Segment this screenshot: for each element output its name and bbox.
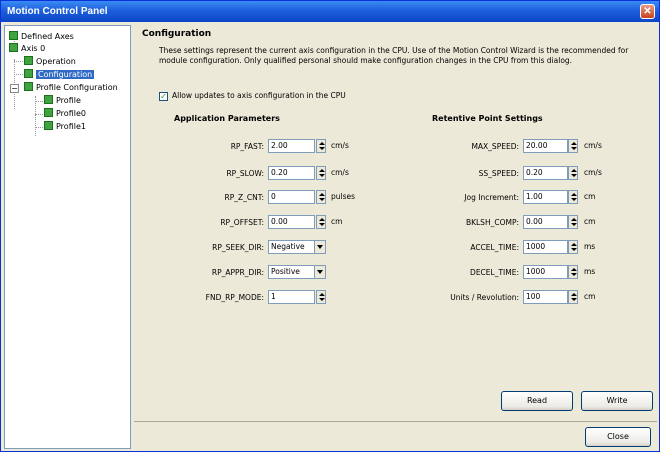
rp-appr-dir-label: RP_APPR_DIR: xyxy=(211,268,264,277)
ss-speed-unit: cm/s xyxy=(584,168,602,177)
bklsh-comp-spinner[interactable] xyxy=(568,215,578,229)
ss-speed-label: SS_SPEED: xyxy=(478,169,519,178)
section-title: Configuration xyxy=(142,29,212,39)
tree-item-profile1[interactable]: Profile1 xyxy=(44,120,86,133)
description-text: These settings represent the current axi… xyxy=(159,46,629,65)
rp-fast-label: RP_FAST: xyxy=(230,142,264,151)
axis-tree[interactable]: Defined Axes Axis 0 Operation Configurat… xyxy=(4,25,131,449)
rp-offset-spinner[interactable] xyxy=(316,215,326,229)
operation-icon xyxy=(24,56,33,65)
accel-time-field[interactable]: 1000 xyxy=(523,240,568,254)
retentive-point-heading: Retentive Point Settings xyxy=(432,114,543,123)
separator xyxy=(134,421,657,422)
chevron-down-icon[interactable] xyxy=(314,241,325,253)
accel-time-label: ACCEL_TIME: xyxy=(470,243,519,252)
tree-item-operation[interactable]: Operation xyxy=(24,55,76,68)
rp-offset-field[interactable]: 0.00 xyxy=(268,215,315,229)
bklsh-comp-field[interactable]: 0.00 xyxy=(523,215,568,229)
profile-icon xyxy=(44,121,53,130)
units-per-rev-unit: cm xyxy=(584,292,596,301)
fnd-rp-mode-spinner[interactable] xyxy=(316,290,326,304)
close-window-icon[interactable]: ✕ xyxy=(640,4,655,19)
close-button[interactable]: Close xyxy=(585,427,651,447)
accel-time-spinner[interactable] xyxy=(568,240,578,254)
max-speed-label: MAX_SPEED: xyxy=(471,142,519,151)
rp-z-cnt-label: RP_Z_CNT: xyxy=(224,193,264,202)
chevron-down-icon[interactable] xyxy=(314,266,325,278)
units-per-rev-label: Units / Revolution: xyxy=(450,293,519,302)
max-speed-unit: cm/s xyxy=(584,141,602,150)
rp-seek-dir-value: Negative xyxy=(271,242,305,251)
rp-slow-field[interactable]: 0.20 xyxy=(268,166,315,180)
configuration-icon xyxy=(24,69,33,78)
allow-updates-checkbox[interactable]: ✓ xyxy=(159,92,168,101)
rp-seek-dir-select[interactable]: Negative xyxy=(268,240,326,254)
allow-updates-label: Allow updates to axis configuration in t… xyxy=(172,91,346,100)
read-button[interactable]: Read xyxy=(501,391,573,411)
decel-time-label: DECEL_TIME: xyxy=(470,268,519,277)
write-button[interactable]: Write xyxy=(581,391,653,411)
decel-time-unit: ms xyxy=(584,267,596,276)
tree-item-configuration[interactable]: Configuration xyxy=(24,68,95,81)
rp-z-cnt-unit: pulses xyxy=(331,192,356,201)
title-bar: Motion Control Panel ✕ xyxy=(1,1,659,22)
units-per-rev-spinner[interactable] xyxy=(568,290,578,304)
rp-z-cnt-field[interactable]: 0 xyxy=(268,190,315,204)
rp-z-cnt-spinner[interactable] xyxy=(316,190,326,204)
rp-offset-unit: cm xyxy=(331,217,343,226)
rp-fast-field[interactable]: 2.00 xyxy=(268,139,315,153)
motion-control-window: Motion Control Panel ✕ Defined Axes Axis… xyxy=(0,0,660,452)
decel-time-spinner[interactable] xyxy=(568,265,578,279)
max-speed-spinner[interactable] xyxy=(568,139,578,153)
bklsh-comp-label: BKLSH_COMP: xyxy=(465,218,519,227)
rp-appr-dir-value: Positive xyxy=(271,267,300,276)
max-speed-field[interactable]: 20.00 xyxy=(523,139,568,153)
ss-speed-spinner[interactable] xyxy=(568,166,578,180)
decel-time-field[interactable]: 1000 xyxy=(523,265,568,279)
fnd-rp-mode-label: FND_RP_MODE: xyxy=(205,293,264,302)
tree-item-profile0[interactable]: Profile0 xyxy=(44,107,86,120)
fnd-rp-mode-field[interactable]: 1 xyxy=(268,290,315,304)
tree-item-profile[interactable]: Profile xyxy=(44,94,81,107)
jog-increment-label: Jog Increment: xyxy=(464,193,519,202)
profile-config-icon xyxy=(24,82,33,91)
profile-icon xyxy=(44,95,53,104)
application-parameters-heading: Application Parameters xyxy=(174,114,280,123)
ss-speed-field[interactable]: 0.20 xyxy=(523,166,568,180)
rp-fast-spinner[interactable] xyxy=(316,139,326,153)
accel-time-unit: ms xyxy=(584,242,596,251)
rp-fast-unit: cm/s xyxy=(331,141,349,150)
rp-appr-dir-select[interactable]: Positive xyxy=(268,265,326,279)
configuration-panel: Configuration These settings represent t… xyxy=(134,25,657,449)
bklsh-comp-unit: cm xyxy=(584,217,596,226)
jog-increment-field[interactable]: 1.00 xyxy=(523,190,568,204)
rp-offset-label: RP_OFFSET: xyxy=(220,218,264,227)
rp-slow-unit: cm/s xyxy=(331,168,349,177)
tree-item-axis-0[interactable]: Axis 0 xyxy=(9,42,45,55)
units-per-rev-field[interactable]: 100 xyxy=(523,290,568,304)
rp-slow-label: RP_SLOW: xyxy=(226,169,264,178)
tree-item-profile-configuration[interactable]: Profile Configuration xyxy=(24,81,118,94)
jog-increment-spinner[interactable] xyxy=(568,190,578,204)
collapse-icon[interactable]: − xyxy=(10,84,19,93)
window-title: Motion Control Panel xyxy=(7,6,108,17)
profile-icon xyxy=(44,108,53,117)
rp-slow-spinner[interactable] xyxy=(316,166,326,180)
allow-updates-row[interactable]: ✓ Allow updates to axis configuration in … xyxy=(159,91,346,101)
jog-increment-unit: cm xyxy=(584,192,596,201)
folder-icon xyxy=(9,31,18,40)
axis-icon xyxy=(9,43,18,52)
rp-seek-dir-label: RP_SEEK_DIR: xyxy=(212,243,264,252)
